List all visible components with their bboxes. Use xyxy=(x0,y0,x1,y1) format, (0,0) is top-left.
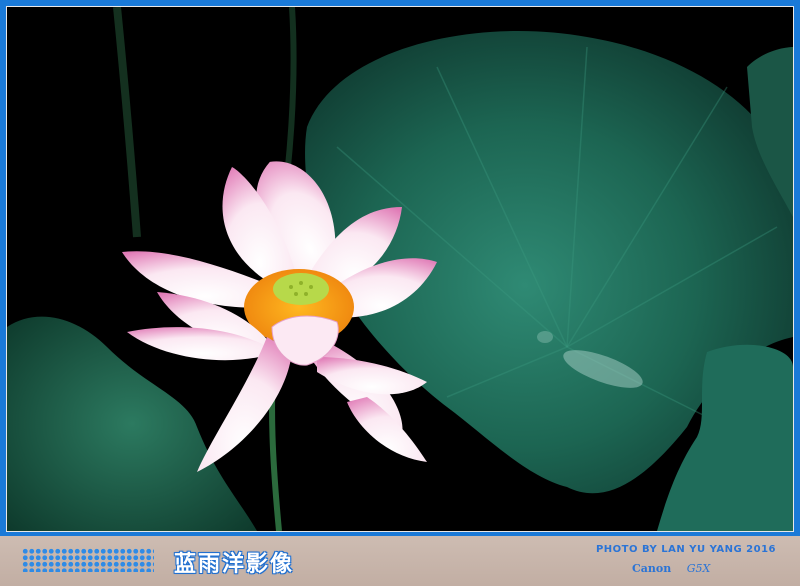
photo-credit: PHOTO BY LAN YU YANG 2016 xyxy=(595,544,776,555)
lotus-illustration xyxy=(7,7,793,531)
camera-brand: Canon xyxy=(632,562,672,575)
chinese-title: 蓝雨洋影像 xyxy=(174,551,295,577)
camera-info: Canon G5X xyxy=(632,562,710,575)
photo-frame xyxy=(0,0,800,536)
seed-pod xyxy=(273,273,329,305)
lotus-photo xyxy=(6,6,794,532)
camera-model: G5X xyxy=(686,562,711,575)
footer-bar: 蓝雨洋影像 PHOTO BY LAN YU YANG 2016 Canon G5… xyxy=(0,536,800,586)
dot-pattern xyxy=(22,548,154,572)
